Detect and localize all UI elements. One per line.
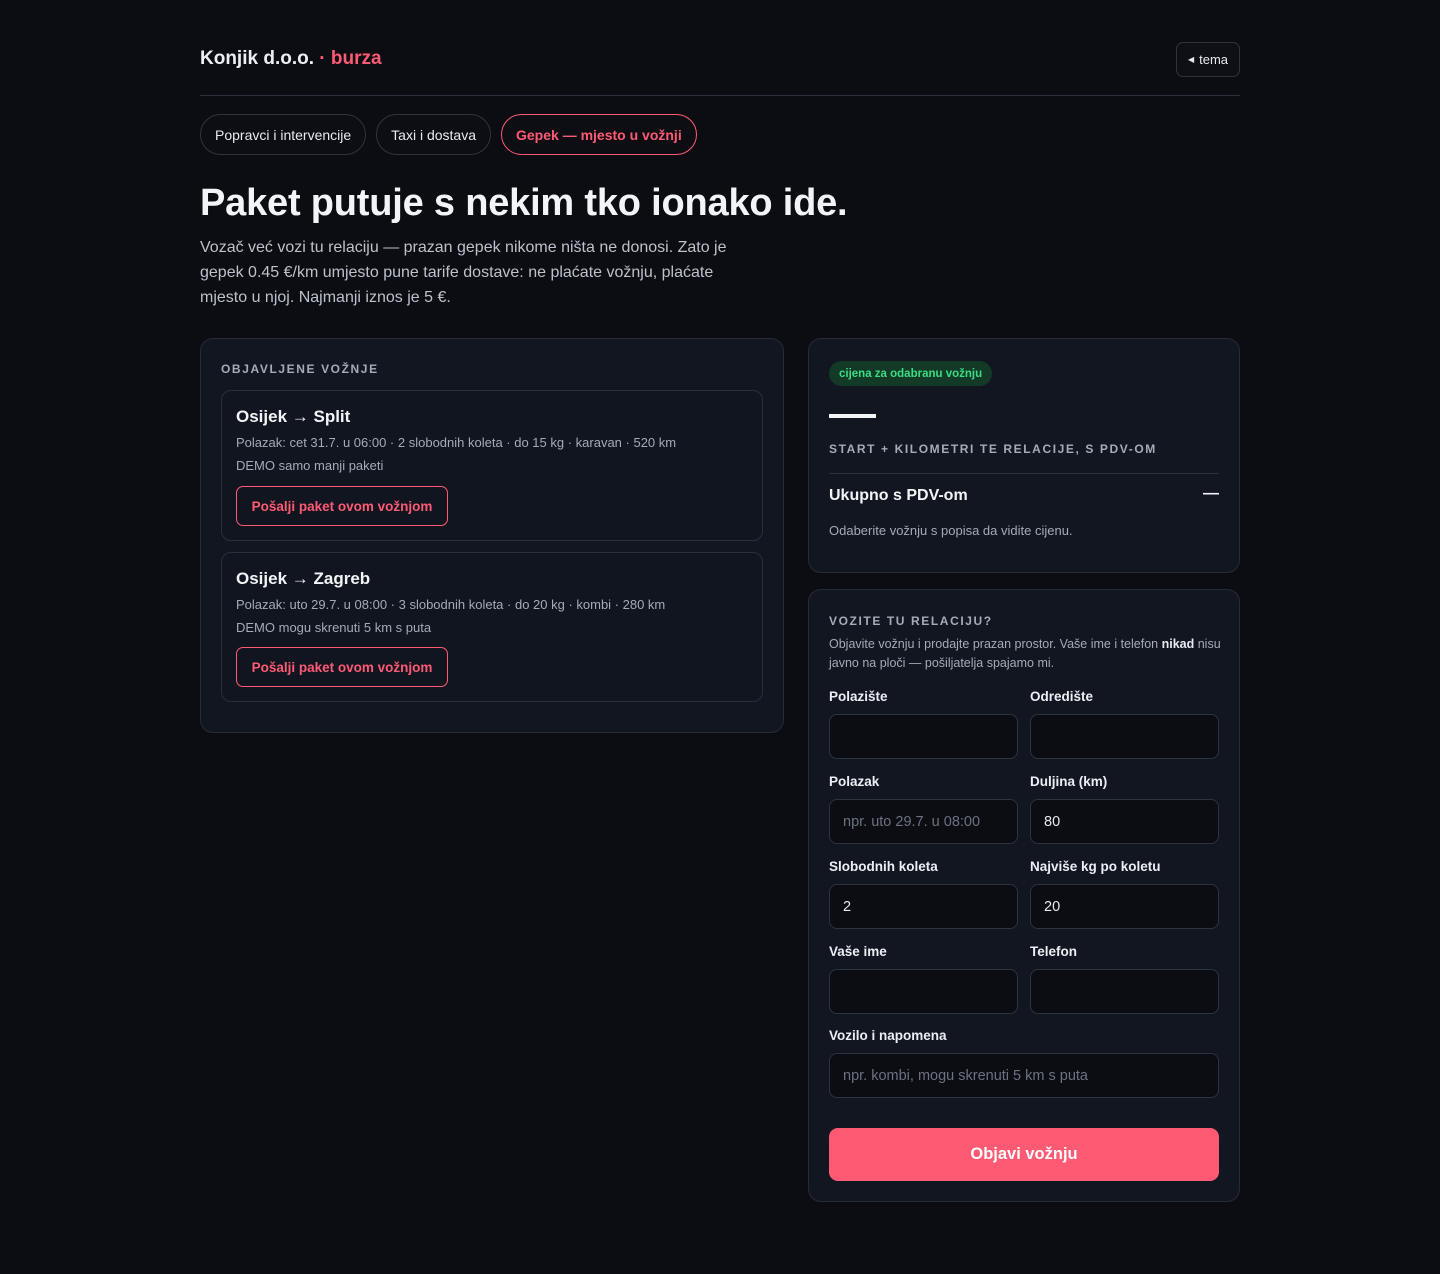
publish-ride-button[interactable]: Objavi vožnju: [829, 1128, 1219, 1181]
tab-repairs[interactable]: Popravci i intervencije: [200, 114, 367, 155]
ride-meta: Polazak: uto 29.7. u 08:00 · 3 slobodnih…: [236, 597, 666, 612]
departure-input[interactable]: npr. uto 29.7. u 08:00: [829, 799, 1018, 844]
destination-label: Odredište: [1030, 689, 1094, 704]
destination-field: Odredište: [1030, 689, 1219, 759]
page-subtitle: Vozač već vozi tu relaciju — prazan gepe…: [200, 239, 727, 306]
max-kg-label: Najviše kg po koletu: [1030, 859, 1161, 874]
price-hint: Odaberite vožnju s popisa da vidite cije…: [829, 523, 1073, 538]
form-desc-text: Objavite vožnju i prodajte prazan prosto…: [829, 637, 1162, 651]
rides-panel-label: OBJAVLJENE VOŽNJE: [221, 362, 379, 376]
tab-taxi-delivery[interactable]: Taxi i dostava: [376, 114, 491, 155]
total-value: —: [1203, 485, 1219, 502]
vehicle-label: Vozilo i napomena: [829, 1028, 947, 1043]
vehicle-input[interactable]: npr. kombi, mogu skrenuti 5 km s puta: [829, 1053, 1219, 1098]
price-placeholder-bar: [829, 414, 876, 418]
origin-label: Polazište: [829, 689, 888, 704]
publish-ride-form: VOZITE TU RELACIJU? Objavite vožnju i pr…: [808, 589, 1240, 1202]
tab-trunk-space[interactable]: Gepek — mjesto u vožnji: [501, 114, 697, 155]
form-description: Objavite vožnju i prodajte prazan prosto…: [829, 635, 1221, 673]
caret-left-icon: ◀: [1187, 55, 1195, 64]
theme-toggle-button[interactable]: ◀ tema: [1176, 42, 1240, 77]
divider: [829, 473, 1219, 474]
max-kg-field: Najviše kg po koletu 20: [1030, 859, 1219, 929]
top-header: Konjik d.o.o. · burza ◀ tema: [200, 42, 1240, 96]
vehicle-field: Vozilo i napomena npr. kombi, mogu skren…: [829, 1028, 1219, 1098]
send-package-button[interactable]: Pošalji paket ovom vožnjom: [236, 486, 448, 526]
form-label: VOZITE TU RELACIJU?: [829, 614, 993, 628]
ride-card: Osijek → Zagreb Polazak: uto 29.7. u 08:…: [221, 552, 763, 702]
total-label: Ukupno s PDV-om: [829, 487, 968, 504]
distance-label: Duljina (km): [1030, 774, 1108, 789]
send-package-button[interactable]: Pošalji paket ovom vožnjom: [236, 647, 448, 687]
phone-field: Telefon: [1030, 944, 1219, 1014]
name-input[interactable]: [829, 969, 1018, 1014]
ride-meta: Polazak: cet 31.7. u 06:00 · 2 slobodnih…: [236, 435, 677, 450]
name-label: Vaše ime: [829, 944, 887, 959]
ride-note: DEMO samo manji paketi: [236, 458, 384, 473]
brand-name: Konjik d.o.o.: [200, 48, 314, 69]
name-field: Vaše ime: [829, 944, 1018, 1014]
distance-input[interactable]: 80: [1030, 799, 1219, 844]
page-title: Paket putuje s nekim tko ionako ide.: [200, 182, 848, 224]
rides-panel: OBJAVLJENE VOŽNJE Osijek → Split Polazak…: [200, 338, 784, 733]
slots-input[interactable]: 2: [829, 884, 1018, 929]
departure-field: Polazak npr. uto 29.7. u 08:00: [829, 774, 1018, 844]
price-panel: cijena za odabranu vožnju START + KILOME…: [808, 338, 1240, 573]
origin-field: Polazište: [829, 689, 1018, 759]
destination-input[interactable]: [1030, 714, 1219, 759]
form-desc-emphasis: nikad: [1161, 637, 1195, 651]
theme-button-label: tema: [1199, 52, 1229, 67]
max-kg-input[interactable]: 20: [1030, 884, 1219, 929]
ride-route: Osijek → Zagreb: [236, 569, 371, 588]
ride-route: Osijek → Split: [236, 407, 351, 426]
price-panel-label: START + KILOMETRI TE RELACIJE, S PDV-OM: [829, 442, 1157, 456]
origin-input[interactable]: [829, 714, 1018, 759]
brand-suffix: · burza: [319, 48, 382, 69]
ride-card: Osijek → Split Polazak: cet 31.7. u 06:0…: [221, 390, 763, 541]
category-tabs: Popravci i intervencije Taxi i dostava G…: [200, 114, 697, 155]
slots-label: Slobodnih koleta: [829, 859, 938, 874]
ride-note: DEMO mogu skrenuti 5 km s puta: [236, 620, 432, 635]
phone-label: Telefon: [1030, 944, 1077, 959]
departure-label: Polazak: [829, 774, 880, 789]
distance-field: Duljina (km) 80: [1030, 774, 1219, 844]
phone-input[interactable]: [1030, 969, 1219, 1014]
slots-field: Slobodnih koleta 2: [829, 859, 1018, 929]
price-badge: cijena za odabranu vožnju: [829, 361, 993, 386]
brand-logo[interactable]: Konjik d.o.o. · burza: [200, 48, 382, 70]
